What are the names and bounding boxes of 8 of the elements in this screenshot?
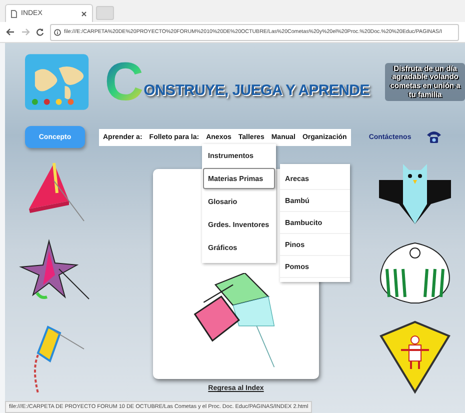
reload-icon[interactable] (36, 28, 44, 36)
world-map-drawing (25, 54, 89, 110)
page-icon (11, 10, 17, 18)
info-icon (54, 28, 61, 36)
telephone-icon[interactable] (425, 129, 444, 145)
back-icon[interactable] (6, 28, 15, 36)
site-logo: CONSTRUYE, JUEGA Y APRENDE (104, 55, 370, 109)
close-icon[interactable] (81, 10, 87, 16)
